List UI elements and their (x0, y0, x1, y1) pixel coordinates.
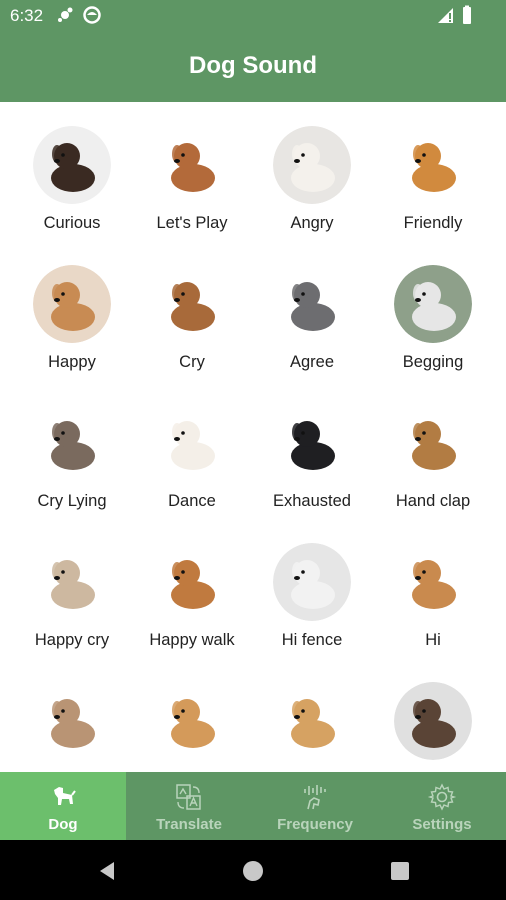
dog-picture (394, 126, 472, 204)
nav-label: Dog (48, 816, 78, 833)
sound-tile-dance[interactable]: Dance (132, 380, 252, 510)
dog-picture (394, 682, 472, 760)
dog-picture (273, 126, 351, 204)
gear-icon (427, 783, 457, 811)
nav-tab-frequency[interactable]: Frequency (252, 772, 378, 840)
dog-picture (273, 682, 351, 760)
sound-tile-friendly[interactable]: Friendly (373, 102, 493, 232)
status-time: 6:32 (10, 6, 44, 25)
system-navigation-bar (0, 840, 506, 900)
sound-tile-hi[interactable]: Hi (373, 519, 493, 649)
dog-picture (273, 543, 351, 621)
dog-picture (33, 682, 111, 760)
dog-icon (54, 787, 76, 805)
sound-tile-happy-cry[interactable]: Happy cry (12, 519, 132, 649)
dog-picture (33, 126, 111, 204)
sound-tile-agree[interactable]: Agree (252, 241, 372, 371)
nav-tab-settings[interactable]: Settings (378, 772, 506, 840)
dog-picture (153, 265, 231, 343)
bottom-navigation: Dog Translate Frequency Settings (0, 772, 506, 840)
sound-label: Cry Lying (37, 492, 107, 510)
sound-label: Friendly (403, 214, 463, 232)
dog-picture (33, 265, 111, 343)
dog-picture (153, 126, 231, 204)
sound-label: Agree (289, 353, 335, 371)
sound-tile-more-19[interactable] (373, 658, 493, 772)
nav-label: Frequency (277, 816, 353, 833)
sound-tile-hi-fence[interactable]: Hi fence (252, 519, 372, 649)
sound-tile-more-16[interactable] (12, 658, 132, 772)
sound-tile-curious[interactable]: Curious (12, 102, 132, 232)
sound-label: Begging (402, 353, 464, 371)
dog-picture (153, 682, 231, 760)
nav-tab-dog[interactable]: Dog (0, 772, 126, 840)
frequency-icon (304, 785, 326, 810)
app-notification-icon (83, 6, 101, 24)
sound-tile-more-18[interactable] (252, 658, 372, 772)
page-title: Dog Sound (189, 52, 317, 79)
dog-picture (33, 404, 111, 482)
sound-label: Let's Play (156, 214, 228, 232)
dog-picture (394, 404, 472, 482)
app-screen: 6:32 Dog Sound Curious Let's Play Angry Fri… (0, 0, 506, 900)
home-icon[interactable] (242, 860, 264, 882)
sound-label: Angry (290, 214, 334, 232)
sound-tile-let-s-play[interactable]: Let's Play (132, 102, 252, 232)
sound-tile-happy[interactable]: Happy (12, 241, 132, 371)
nav-tab-translate[interactable]: Translate (126, 772, 252, 840)
battery-icon (463, 5, 471, 24)
sound-tile-happy-walk[interactable]: Happy walk (132, 519, 252, 649)
signal-icon (438, 8, 453, 23)
sound-tile-angry[interactable]: Angry (252, 102, 372, 232)
sound-tile-more-17[interactable] (132, 658, 252, 772)
app-bar: Dog Sound (0, 32, 506, 102)
translate-icon (176, 784, 201, 810)
dog-picture (273, 404, 351, 482)
dog-picture (153, 404, 231, 482)
sound-label: Happy (48, 353, 96, 371)
sound-label: Hi (425, 631, 441, 649)
dog-picture (33, 543, 111, 621)
sound-grid[interactable]: Curious Let's Play Angry Friendly Happy Cry Ag… (0, 102, 506, 772)
status-bar: 6:32 (0, 0, 506, 32)
sound-label: Happy cry (34, 631, 110, 649)
dog-picture (394, 265, 472, 343)
dog-picture (153, 543, 231, 621)
sound-tile-exhausted[interactable]: Exhausted (252, 380, 372, 510)
back-icon[interactable] (96, 860, 118, 882)
sound-tile-hand-clap[interactable]: Hand clap (373, 380, 493, 510)
nav-label: Settings (412, 816, 472, 833)
sound-tile-begging[interactable]: Begging (373, 241, 493, 371)
sound-label: Cry (179, 353, 205, 371)
sound-label: Exhausted (273, 492, 351, 510)
sound-label: Hand clap (395, 492, 471, 510)
sound-label: Hi fence (281, 631, 343, 649)
dog-picture (273, 265, 351, 343)
dog-picture (394, 543, 472, 621)
sound-tile-cry[interactable]: Cry (132, 241, 252, 371)
nav-label: Translate (156, 816, 222, 833)
sound-tile-cry-lying[interactable]: Cry Lying (12, 380, 132, 510)
sound-label: Dance (168, 492, 216, 510)
sound-label: Curious (43, 214, 101, 232)
sync-icon (58, 7, 73, 22)
sound-label: Happy walk (149, 631, 235, 649)
recents-icon[interactable] (389, 860, 411, 882)
